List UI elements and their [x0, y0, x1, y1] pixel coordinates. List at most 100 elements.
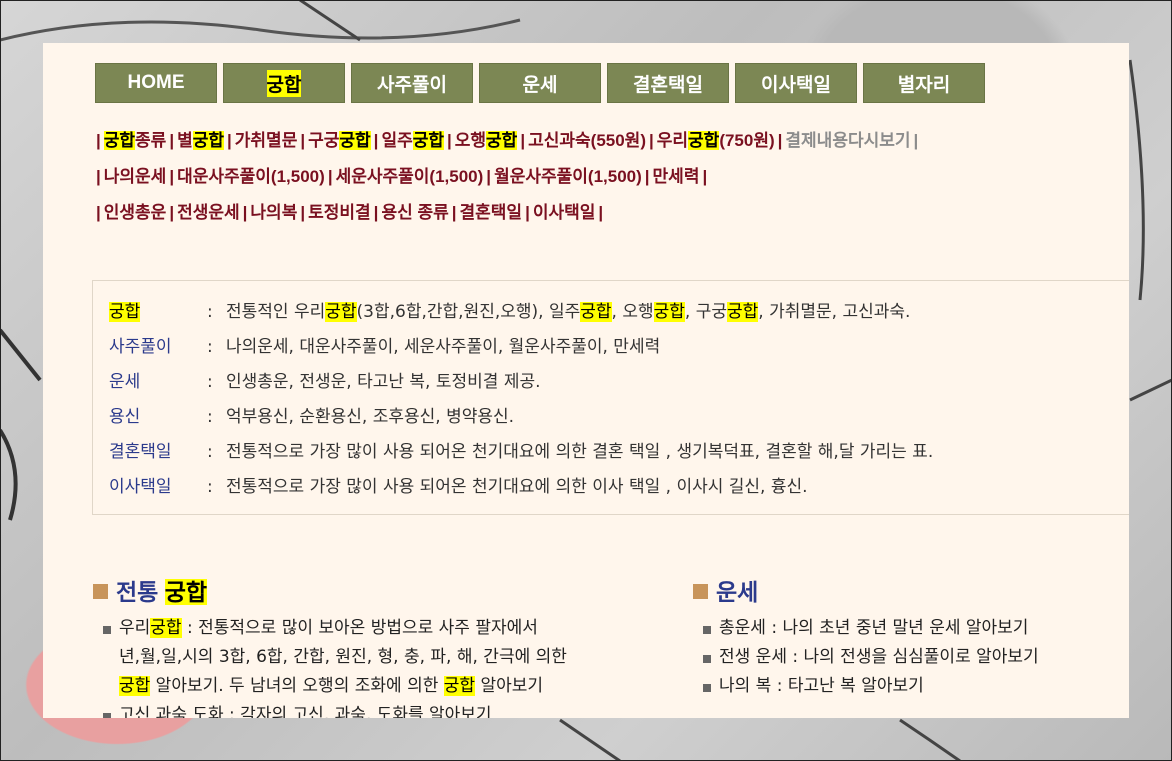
highlight-text: 궁합: [653, 302, 685, 322]
nav-button-label: 궁합: [266, 69, 302, 97]
bullet-item: 고신 과숙 도화 : 각자의 고신, 과숙, 도화를 알아보기: [103, 701, 663, 718]
info-desc: 억부용신, 순환용신, 조후용신, 병약용신.: [226, 402, 514, 432]
info-desc-text: , 가취멸문, 고신과숙.: [758, 302, 911, 322]
link-item[interactable]: 궁합종류: [103, 131, 167, 150]
info-desc-text: 전통적으로 가장 많이 사용 되어온 천기대요에 의한 결혼 택일 , 생기복덕…: [226, 442, 934, 462]
link-item[interactable]: 전생운세: [177, 203, 240, 222]
link-item[interactable]: 이사택일: [533, 203, 596, 222]
bullet-item: 전생 운세 : 나의 전생을 심심풀이로 알아보기: [703, 643, 1123, 672]
highlight-text: 궁합: [580, 302, 612, 322]
link-text: 구궁: [308, 131, 340, 150]
link-item[interactable]: 세운사주풀이(1,500): [336, 167, 484, 186]
info-term[interactable]: 운세: [109, 367, 209, 397]
link-text: 고신과숙(550원): [528, 131, 646, 150]
link-text: 오행: [454, 131, 487, 150]
link-text: 종류: [135, 131, 167, 150]
separator: |: [169, 131, 175, 150]
link-item[interactable]: 결제내용다시보기: [785, 131, 910, 150]
link-item[interactable]: 토정비결: [308, 203, 371, 222]
highlight-text: 궁합: [103, 131, 136, 150]
separator: |: [520, 131, 526, 150]
info-desc: 나의운세, 대운사주풀이, 세운사주풀이, 월운사주풀이, 만세력: [226, 332, 660, 362]
info-term[interactable]: 결혼택일: [109, 437, 209, 467]
separator: |: [525, 203, 530, 222]
link-item[interactable]: 월운사주풀이(1,500): [494, 167, 642, 186]
separator: |: [169, 167, 175, 186]
info-term[interactable]: 이사택일: [109, 472, 209, 502]
bullet-text: 우리: [119, 618, 151, 638]
info-desc-text: 전통적인 우리: [226, 302, 326, 322]
info-desc-text: , 오행: [611, 302, 654, 322]
link-item[interactable]: 우리궁합(750원): [657, 131, 775, 150]
links-row-saju: | 나의운세 | 대운사주풀이(1,500) | 세운사주풀이(1,500) | 월운사주풀이…: [93, 159, 1123, 195]
nav-button-0[interactable]: HOME: [95, 63, 217, 103]
highlight-text: 궁합: [688, 131, 720, 150]
link-item[interactable]: 오행궁합: [455, 131, 518, 150]
link-item[interactable]: 만세력: [653, 167, 700, 186]
info-colon: :: [207, 477, 213, 497]
nav-button-label: HOME: [127, 72, 185, 93]
link-item[interactable]: 나의운세: [104, 167, 167, 186]
nav-button-4[interactable]: 결혼택일: [607, 63, 729, 103]
link-item[interactable]: 별궁합: [177, 131, 225, 150]
highlight-text: 궁합: [109, 302, 141, 322]
separator: |: [96, 131, 101, 150]
info-desc: 전통적으로 가장 많이 사용 되어온 천기대요에 의한 이사 택일 , 이사시 …: [226, 472, 808, 502]
nav-button-1[interactable]: 궁합: [223, 63, 345, 103]
bullet-continuation: 년,월,일,시의 3합, 6합, 간합, 원진, 형, 충, 파, 해, 간극에…: [103, 643, 663, 672]
separator: |: [300, 131, 306, 150]
separator: |: [777, 131, 783, 150]
info-colon: :: [207, 372, 213, 392]
link-text: 가취멸문: [234, 131, 298, 150]
link-item[interactable]: 일주궁합: [381, 131, 444, 150]
link-item[interactable]: 고신과숙(550원): [528, 131, 646, 150]
nav-button-2[interactable]: 사주풀이: [351, 63, 473, 103]
link-item[interactable]: 구궁궁합: [308, 131, 371, 150]
highlight-text: 궁합: [339, 131, 371, 150]
info-desc-text: , 구궁: [684, 302, 728, 322]
info-colon: :: [207, 407, 213, 427]
info-colon: :: [207, 302, 213, 322]
info-term[interactable]: 용신: [109, 402, 209, 432]
highlight-text: 궁합: [119, 676, 151, 696]
square-bullet-icon: [693, 584, 708, 599]
link-item[interactable]: 나의복: [250, 203, 297, 222]
top-nav: HOME 궁합 사주풀이 운세 결혼택일 이사택일 별자리: [95, 63, 985, 103]
nav-button-label: 사주풀이: [377, 74, 447, 96]
info-row: 이사택일: 전통적으로 가장 많이 사용 되어온 천기대요에 의한 이사 택일 ,…: [109, 472, 1129, 502]
info-row: 용신: 억부용신, 순환용신, 조후용신, 병약용신.: [109, 402, 1129, 432]
service-info-box: 궁합: 전통적인 우리궁합(3합,6합,간합,원진,오행), 일주궁합, 오행궁합…: [92, 280, 1129, 515]
info-desc-text: 인생총운, 전생운, 타고난 복, 토정비결 제공.: [226, 372, 541, 392]
separator: |: [702, 167, 708, 186]
highlight-text: 궁합: [325, 302, 357, 322]
bullet-text: 고신 과숙 도화 : 각자의 고신, 과숙, 도화를 알아보기: [119, 705, 492, 718]
section-title-gunghap: 전통 궁합: [93, 573, 208, 607]
nav-button-label: 운세: [522, 74, 558, 96]
content-panel: HOME 궁합 사주풀이 운세 결혼택일 이사택일 별자리 | 궁합종류 | 별궁합 | 가취멸문 | 구…: [43, 43, 1129, 718]
separator: |: [300, 203, 306, 222]
link-text: 결제내용다시보기: [785, 131, 911, 150]
highlight-text: 궁합: [486, 131, 518, 150]
separator: |: [96, 167, 101, 186]
separator: |: [648, 131, 654, 150]
info-term[interactable]: 사주풀이: [109, 332, 209, 362]
nav-button-6[interactable]: 별자리: [863, 63, 985, 103]
info-row: 운세: 인생총운, 전생운, 타고난 복, 토정비결 제공.: [109, 367, 1129, 397]
bullet-item: 우리궁합 : 전통적으로 많이 보아온 방법으로 사주 팔자에서: [103, 614, 663, 643]
section-title-text: 운세: [716, 579, 759, 605]
nav-button-5[interactable]: 이사택일: [735, 63, 857, 103]
separator: |: [242, 203, 248, 222]
link-item[interactable]: 결혼택일: [460, 203, 523, 222]
separator: |: [227, 131, 232, 150]
highlight-text: 궁합: [443, 676, 476, 696]
separator: |: [169, 203, 175, 222]
nav-button-3[interactable]: 운세: [479, 63, 601, 103]
section-title-highlight: 궁합: [164, 579, 208, 605]
separator: |: [644, 167, 650, 186]
link-item[interactable]: 대운사주풀이(1,500): [177, 167, 325, 186]
bullet-item: 총운세 : 나의 초년 중년 말년 운세 알아보기: [703, 614, 1123, 643]
link-item[interactable]: 용신 종류: [381, 203, 448, 222]
info-term[interactable]: 궁합: [109, 297, 209, 327]
link-item[interactable]: 인생총운: [104, 203, 167, 222]
link-item[interactable]: 가취멸문: [235, 131, 298, 150]
